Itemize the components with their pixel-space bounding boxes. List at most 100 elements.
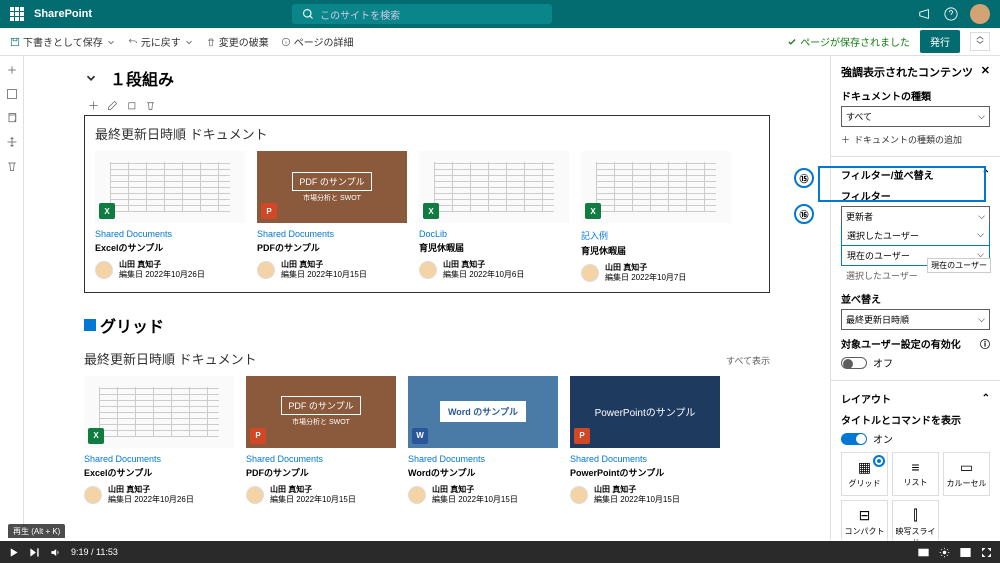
- author-name: 山田 真知子: [270, 485, 356, 495]
- layout-heading: レイアウト: [841, 391, 891, 406]
- card-title: 育児休暇届: [581, 244, 731, 257]
- see-all-link[interactable]: すべて表示: [726, 354, 770, 367]
- sort-select[interactable]: 最終更新日時順⌵: [841, 309, 990, 330]
- skip-icon[interactable]: [29, 547, 40, 558]
- search-placeholder: このサイトを検索: [320, 7, 400, 22]
- library-link[interactable]: Shared Documents: [570, 454, 720, 464]
- doc-type-label: ドキュメントの種類: [841, 88, 990, 103]
- library-link[interactable]: Shared Documents: [257, 229, 407, 239]
- audience-toggle[interactable]: オフ: [841, 355, 990, 370]
- filter-select[interactable]: 更新者⌵: [841, 206, 990, 227]
- webpart-title: 最終更新日時順 ドキュメント: [95, 124, 759, 143]
- library-link[interactable]: Shared Documents: [246, 454, 396, 464]
- author-name: 山田 真知子: [108, 485, 194, 495]
- doc-type-select[interactable]: すべて⌵: [841, 106, 990, 127]
- tooltip: 現在のユーザー: [927, 258, 991, 273]
- volume-icon[interactable]: [50, 547, 61, 558]
- grid-section-heading: グリッド: [84, 313, 770, 337]
- avatar: [257, 261, 275, 279]
- chevron-down-icon[interactable]: [84, 71, 98, 85]
- library-link[interactable]: Shared Documents: [408, 454, 558, 464]
- pip-icon[interactable]: [960, 547, 971, 558]
- delete-icon[interactable]: [6, 160, 18, 172]
- copy-icon[interactable]: [6, 112, 18, 124]
- megaphone-icon[interactable]: [918, 7, 932, 21]
- move-icon[interactable]: [88, 100, 99, 111]
- play-icon[interactable]: [8, 547, 19, 558]
- app-launcher-icon[interactable]: [10, 7, 24, 21]
- edit-date: 編集日 2022年10月26日: [119, 270, 205, 280]
- card-title: Wordのサンプル: [408, 466, 558, 479]
- author-name: 山田 真知子: [443, 260, 524, 270]
- sort-label: 並べ替え: [841, 291, 990, 306]
- author-name: 山田 真知子: [119, 260, 205, 270]
- show-title-toggle[interactable]: オン: [841, 431, 990, 446]
- highlighted-content-webpart[interactable]: 最終更新日時順 ドキュメント XShared DocumentsExcelのサン…: [84, 115, 770, 293]
- card-title: Excelのサンプル: [84, 466, 234, 479]
- blue-square-icon: [84, 319, 96, 331]
- property-pane: 強調表示されたコンテンツ✕ ドキュメントの種類 すべて⌵ ＋ドキュメントの種類の…: [830, 56, 1000, 541]
- discard-button[interactable]: 変更の破棄: [206, 34, 269, 49]
- chevron-up-icon[interactable]: ⌃: [982, 393, 990, 404]
- dropdown-option-selected-user[interactable]: 選択したユーザー⌵: [841, 226, 990, 246]
- edit-date: 編集日 2022年10月15日: [432, 495, 518, 505]
- layout-option-1[interactable]: ≡リスト: [892, 452, 939, 496]
- gear-icon[interactable]: [939, 547, 950, 558]
- document-card[interactable]: XShared DocumentsExcelのサンプル山田 真知子編集日 202…: [84, 376, 234, 506]
- add-icon[interactable]: [6, 64, 18, 76]
- library-link[interactable]: 記入例: [581, 229, 731, 242]
- avatar: [95, 261, 113, 279]
- layout-option-2[interactable]: ▭カルーセル: [943, 452, 990, 496]
- edit-date: 編集日 2022年10月15日: [281, 270, 367, 280]
- save-draft-button[interactable]: 下書きとして保存: [10, 34, 116, 49]
- avatar: [408, 486, 426, 504]
- library-link[interactable]: Shared Documents: [84, 454, 234, 464]
- document-card[interactable]: XDocLib育児休暇届山田 真知子編集日 2022年10月6日: [419, 151, 569, 284]
- left-rail: [0, 56, 24, 541]
- suite-header: SharePoint このサイトを検索: [0, 0, 1000, 28]
- captions-icon[interactable]: [918, 547, 929, 558]
- layout-option-0[interactable]: ▦グリッド: [841, 452, 888, 496]
- saved-indicator: ページが保存されました: [787, 34, 910, 49]
- author-name: 山田 真知子: [281, 260, 367, 270]
- document-card[interactable]: X記入例育児休暇届山田 真知子編集日 2022年10月7日: [581, 151, 731, 284]
- author-name: 山田 真知子: [432, 485, 518, 495]
- edit-date: 編集日 2022年10月6日: [443, 270, 524, 280]
- duplicate-icon[interactable]: [126, 100, 137, 111]
- publish-button[interactable]: 発行: [920, 30, 960, 53]
- edit-date: 編集日 2022年10月15日: [270, 495, 356, 505]
- library-link[interactable]: Shared Documents: [95, 229, 245, 239]
- section-icon[interactable]: [6, 88, 18, 100]
- trash-icon[interactable]: [145, 100, 156, 111]
- play-hint: 再生 (Alt + K): [8, 524, 65, 539]
- layout-option-4[interactable]: ⫿映写スライド: [892, 500, 939, 541]
- help-icon[interactable]: [944, 7, 958, 21]
- avatar: [419, 261, 437, 279]
- webpart-title-2: 最終更新日時順 ドキュメント: [84, 349, 257, 368]
- avatar: [581, 264, 599, 282]
- move-icon[interactable]: [6, 136, 18, 148]
- search-input[interactable]: このサイトを検索: [292, 4, 552, 24]
- edit-icon[interactable]: [107, 100, 118, 111]
- library-link[interactable]: DocLib: [419, 229, 569, 239]
- audience-label: 対象ユーザー設定の有効化: [841, 336, 961, 351]
- layout-option-3[interactable]: ⊟コンパクト: [841, 500, 888, 541]
- video-time: 9:19 / 11:53: [71, 547, 118, 557]
- fullscreen-icon[interactable]: [981, 547, 992, 558]
- document-card[interactable]: Word のサンプルWShared DocumentsWordのサンプル山田 真…: [408, 376, 558, 506]
- add-doc-type-link[interactable]: ＋ドキュメントの種類の追加: [841, 133, 990, 146]
- document-card[interactable]: XShared DocumentsExcelのサンプル山田 真知子編集日 202…: [95, 151, 245, 284]
- page-details-button[interactable]: ページの詳細: [281, 34, 354, 49]
- document-card[interactable]: PDF のサンプル市場分析と SWOTPShared DocumentsPDFの…: [257, 151, 407, 284]
- expand-button[interactable]: [970, 32, 990, 51]
- avatar[interactable]: [970, 4, 990, 24]
- undo-button[interactable]: 元に戻す: [128, 34, 194, 49]
- info-icon[interactable]: ⓘ: [980, 336, 990, 351]
- document-card[interactable]: PDF のサンプル市場分析と SWOTPShared DocumentsPDFの…: [246, 376, 396, 506]
- page-canvas: １段組み 最終更新日時順 ドキュメント XShared DocumentsExc…: [24, 56, 830, 541]
- close-icon[interactable]: ✕: [981, 64, 990, 80]
- card-title: PDFのサンプル: [246, 466, 396, 479]
- document-card[interactable]: PowerPointのサンプルPShared DocumentsPowerPoi…: [570, 376, 720, 506]
- card-title: 育児休暇届: [419, 241, 569, 254]
- dropdown-option-current-user[interactable]: 現在のユーザー⌵ 現在のユーザー: [841, 246, 990, 266]
